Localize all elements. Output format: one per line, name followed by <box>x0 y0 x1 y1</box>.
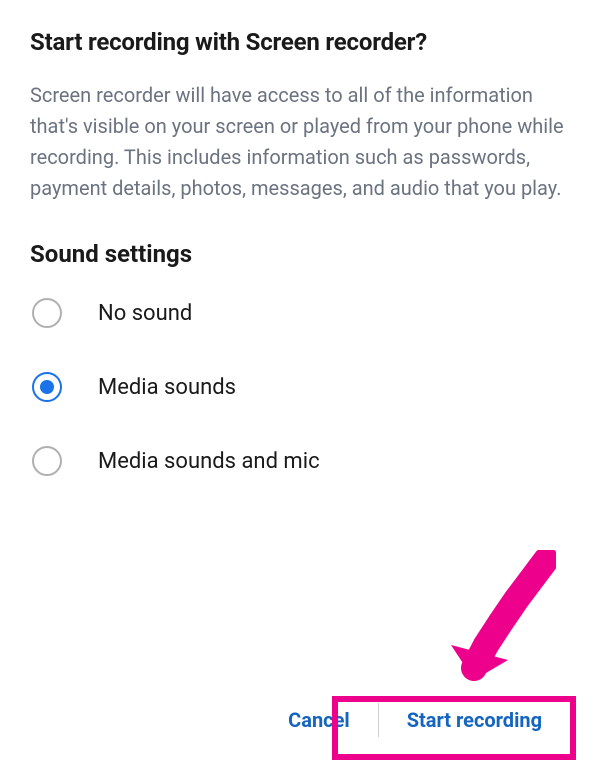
cancel-button[interactable]: Cancel <box>260 692 378 748</box>
radio-icon <box>32 298 62 328</box>
sound-settings-radio-group: No sound Media sounds Media sounds and m… <box>30 298 570 476</box>
radio-label: Media sounds <box>98 375 236 400</box>
annotation-arrow-icon <box>436 550 556 690</box>
dialog-button-row: Cancel Start recording <box>0 692 600 748</box>
radio-icon <box>32 446 62 476</box>
radio-icon <box>32 372 62 402</box>
start-recording-button[interactable]: Start recording <box>379 692 570 748</box>
sound-settings-heading: Sound settings <box>30 240 570 268</box>
radio-label: Media sounds and mic <box>98 449 320 474</box>
dialog-title: Start recording with Screen recorder? <box>30 28 570 56</box>
radio-option-media-sounds-and-mic[interactable]: Media sounds and mic <box>32 446 570 476</box>
radio-option-media-sounds[interactable]: Media sounds <box>32 372 570 402</box>
dialog-description: Screen recorder will have access to all … <box>30 80 570 204</box>
radio-option-no-sound[interactable]: No sound <box>32 298 570 328</box>
radio-label: No sound <box>98 301 192 326</box>
